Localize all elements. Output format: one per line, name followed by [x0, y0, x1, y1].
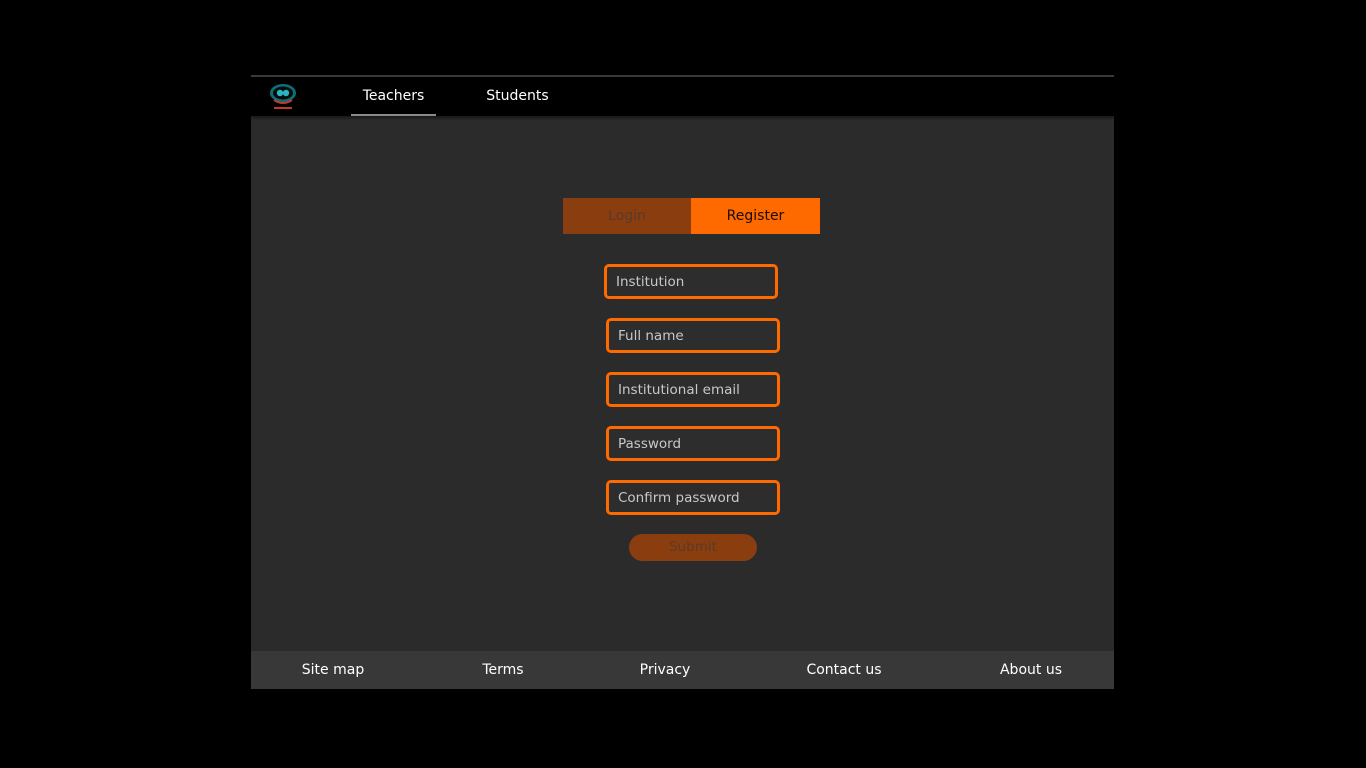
- login-tab-button[interactable]: Login: [563, 198, 691, 234]
- footer-link-terms[interactable]: Terms: [453, 651, 553, 689]
- register-tab-button[interactable]: Register: [691, 198, 820, 234]
- footer-link-privacy[interactable]: Privacy: [615, 651, 715, 689]
- institutional-email-field[interactable]: [606, 372, 780, 407]
- confirm-password-field[interactable]: [606, 480, 780, 515]
- app-frame: Teachers Students Login Register Submit …: [251, 75, 1114, 689]
- brand-logo-icon[interactable]: [265, 80, 301, 112]
- auth-mode-toggle: Login Register: [563, 198, 820, 234]
- footer-link-site-map[interactable]: Site map: [283, 651, 383, 689]
- password-field[interactable]: [606, 426, 780, 461]
- tab-students[interactable]: Students: [475, 77, 560, 116]
- top-navbar: Teachers Students: [251, 77, 1114, 116]
- submit-button[interactable]: Submit: [629, 534, 757, 561]
- institution-field[interactable]: [604, 264, 778, 299]
- footer: Site map Terms Privacy Contact us About …: [251, 651, 1114, 689]
- footer-link-contact-us[interactable]: Contact us: [789, 651, 899, 689]
- footer-link-about-us[interactable]: About us: [981, 651, 1081, 689]
- tab-teachers[interactable]: Teachers: [351, 77, 436, 116]
- full-name-field[interactable]: [606, 318, 780, 353]
